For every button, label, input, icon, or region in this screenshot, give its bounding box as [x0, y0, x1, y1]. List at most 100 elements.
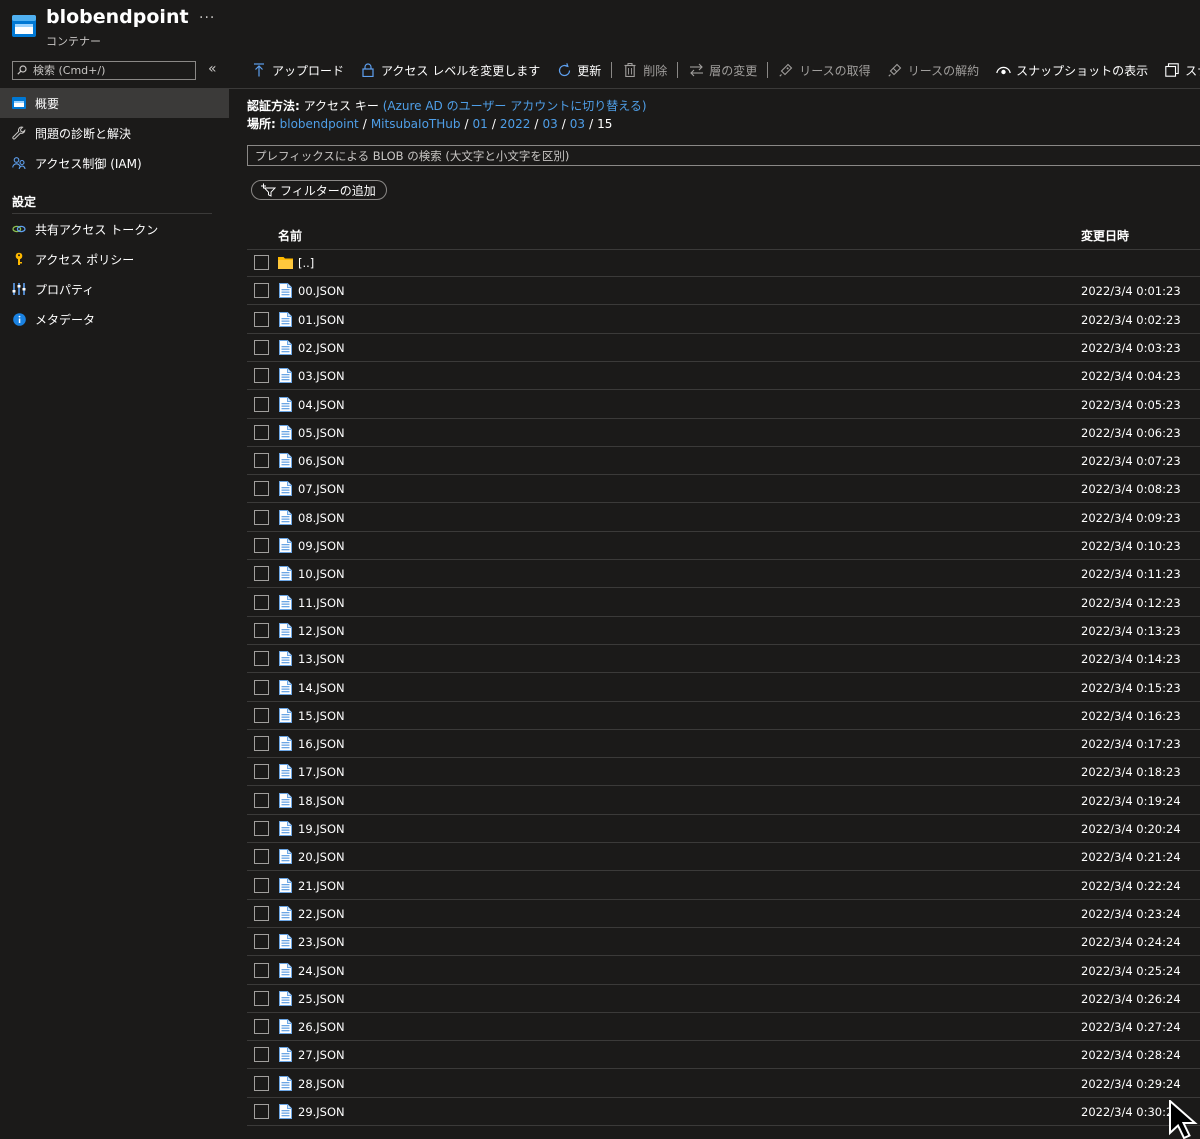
- table-row[interactable]: 05.JSON 2022/3/4 0:06:23: [247, 419, 1200, 447]
- table-row[interactable]: 20.JSON 2022/3/4 0:21:24: [247, 843, 1200, 871]
- row-checkbox[interactable]: [254, 1076, 269, 1091]
- sidebar-item-access-policy[interactable]: アクセス ポリシー: [0, 244, 229, 274]
- break-lease-button[interactable]: リースの解約: [879, 52, 987, 88]
- table-row[interactable]: 14.JSON 2022/3/4 0:15:23: [247, 674, 1200, 702]
- acquire-lease-button[interactable]: リースの取得: [770, 52, 878, 88]
- blob-name[interactable]: 02.JSON: [298, 341, 345, 355]
- blob-name[interactable]: 07.JSON: [298, 482, 345, 496]
- table-row[interactable]: 21.JSON 2022/3/4 0:22:24: [247, 872, 1200, 900]
- sidebar-item-sas[interactable]: 共有アクセス トークン: [0, 214, 229, 244]
- breadcrumb-item[interactable]: 03: [570, 117, 585, 131]
- table-row[interactable]: 09.JSON 2022/3/4 0:10:23: [247, 532, 1200, 560]
- table-row[interactable]: 00.JSON 2022/3/4 0:01:23: [247, 277, 1200, 305]
- blob-name[interactable]: 14.JSON: [298, 681, 345, 695]
- table-row[interactable]: 18.JSON 2022/3/4 0:19:24: [247, 787, 1200, 815]
- blob-name[interactable]: 25.JSON: [298, 992, 345, 1006]
- row-checkbox[interactable]: [254, 708, 269, 723]
- table-row[interactable]: 12.JSON 2022/3/4 0:13:23: [247, 617, 1200, 645]
- blob-name[interactable]: 28.JSON: [298, 1077, 345, 1091]
- blob-name[interactable]: 13.JSON: [298, 652, 345, 666]
- blob-name[interactable]: 12.JSON: [298, 624, 345, 638]
- row-checkbox[interactable]: [254, 849, 269, 864]
- sidebar-item-iam[interactable]: アクセス制御 (IAM): [0, 148, 229, 178]
- row-checkbox[interactable]: [254, 878, 269, 893]
- blob-name[interactable]: 09.JSON: [298, 539, 345, 553]
- sidebar-item-properties[interactable]: プロパティ: [0, 274, 229, 304]
- row-checkbox[interactable]: [254, 312, 269, 327]
- blob-name[interactable]: 19.JSON: [298, 822, 345, 836]
- row-checkbox[interactable]: [254, 425, 269, 440]
- table-row[interactable]: 16.JSON 2022/3/4 0:17:23: [247, 730, 1200, 758]
- blob-name[interactable]: 11.JSON: [298, 596, 345, 610]
- table-row[interactable]: 29.JSON 2022/3/4 0:30:24: [247, 1098, 1200, 1126]
- row-checkbox[interactable]: [254, 1019, 269, 1034]
- table-row[interactable]: 08.JSON 2022/3/4 0:09:23: [247, 504, 1200, 532]
- table-row[interactable]: 23.JSON 2022/3/4 0:24:24: [247, 928, 1200, 956]
- refresh-button[interactable]: 更新: [548, 52, 609, 88]
- table-row[interactable]: 24.JSON 2022/3/4 0:25:24: [247, 957, 1200, 985]
- breadcrumb-item[interactable]: blobendpoint: [280, 117, 359, 131]
- change-access-level-button[interactable]: アクセス レベルを変更します: [352, 52, 548, 88]
- row-checkbox[interactable]: [254, 623, 269, 638]
- blob-name[interactable]: 15.JSON: [298, 709, 345, 723]
- column-header-modified[interactable]: 変更日時: [1081, 227, 1129, 244]
- blob-name[interactable]: 24.JSON: [298, 964, 345, 978]
- table-row[interactable]: 19.JSON 2022/3/4 0:20:24: [247, 815, 1200, 843]
- table-row[interactable]: 07.JSON 2022/3/4 0:08:23: [247, 475, 1200, 503]
- blob-name[interactable]: 22.JSON: [298, 907, 345, 921]
- blob-name[interactable]: 16.JSON: [298, 737, 345, 751]
- blob-name[interactable]: 01.JSON: [298, 313, 345, 327]
- table-row[interactable]: 10.JSON 2022/3/4 0:11:23: [247, 560, 1200, 588]
- table-row[interactable]: 26.JSON 2022/3/4 0:27:24: [247, 1013, 1200, 1041]
- row-checkbox[interactable]: [254, 680, 269, 695]
- row-checkbox[interactable]: [254, 595, 269, 610]
- row-checkbox[interactable]: [254, 1047, 269, 1062]
- breadcrumb-item[interactable]: 2022: [500, 117, 531, 131]
- blob-name[interactable]: 20.JSON: [298, 850, 345, 864]
- sidebar-item-diagnose[interactable]: 問題の診断と解決: [0, 118, 229, 148]
- row-checkbox[interactable]: [254, 991, 269, 1006]
- table-row[interactable]: 03.JSON 2022/3/4 0:04:23: [247, 362, 1200, 390]
- blob-name[interactable]: 08.JSON: [298, 511, 345, 525]
- blob-name[interactable]: 04.JSON: [298, 398, 345, 412]
- parent-folder-name[interactable]: [..]: [298, 256, 314, 270]
- sidebar-item-overview[interactable]: 概要: [0, 88, 229, 118]
- table-row[interactable]: 06.JSON 2022/3/4 0:07:23: [247, 447, 1200, 475]
- blob-name[interactable]: 18.JSON: [298, 794, 345, 808]
- collapse-sidebar-button[interactable]: «: [208, 61, 217, 77]
- row-checkbox[interactable]: [254, 764, 269, 779]
- delete-button[interactable]: 削除: [614, 52, 675, 88]
- breadcrumb-item[interactable]: MitsubaIoTHub: [371, 117, 461, 131]
- blob-name[interactable]: 00.JSON: [298, 284, 345, 298]
- row-checkbox[interactable]: [254, 1104, 269, 1119]
- table-row[interactable]: 25.JSON 2022/3/4 0:26:24: [247, 985, 1200, 1013]
- table-row[interactable]: 04.JSON 2022/3/4 0:05:23: [247, 391, 1200, 419]
- table-row[interactable]: 02.JSON 2022/3/4 0:03:23: [247, 334, 1200, 362]
- sidebar-item-metadata[interactable]: メタデータ: [0, 304, 229, 334]
- upload-button[interactable]: アップロード: [229, 52, 352, 88]
- blob-name[interactable]: 23.JSON: [298, 935, 345, 949]
- row-checkbox[interactable]: [254, 255, 269, 270]
- blob-name[interactable]: 27.JSON: [298, 1048, 345, 1062]
- add-filter-button[interactable]: フィルターの追加: [251, 180, 387, 200]
- blob-name[interactable]: 17.JSON: [298, 765, 345, 779]
- switch-to-azure-ad-link[interactable]: (Azure AD のユーザー アカウントに切り替える): [383, 99, 647, 113]
- blob-name[interactable]: 29.JSON: [298, 1105, 345, 1119]
- table-row[interactable]: 17.JSON 2022/3/4 0:18:23: [247, 758, 1200, 786]
- table-row[interactable]: 27.JSON 2022/3/4 0:28:24: [247, 1041, 1200, 1069]
- table-row[interactable]: 15.JSON 2022/3/4 0:16:23: [247, 702, 1200, 730]
- row-checkbox[interactable]: [254, 368, 269, 383]
- table-row[interactable]: 11.JSON 2022/3/4 0:12:23: [247, 589, 1200, 617]
- change-tier-button[interactable]: 層の変更: [680, 52, 765, 88]
- row-checkbox[interactable]: [254, 340, 269, 355]
- row-checkbox[interactable]: [254, 906, 269, 921]
- row-checkbox[interactable]: [254, 481, 269, 496]
- row-checkbox[interactable]: [254, 963, 269, 978]
- row-checkbox[interactable]: [254, 793, 269, 808]
- table-row[interactable]: 13.JSON 2022/3/4 0:14:23: [247, 645, 1200, 673]
- column-header-name[interactable]: 名前: [278, 227, 302, 244]
- table-row[interactable]: 01.JSON 2022/3/4 0:02:23: [247, 306, 1200, 334]
- row-checkbox[interactable]: [254, 538, 269, 553]
- blob-name[interactable]: 03.JSON: [298, 369, 345, 383]
- row-checkbox[interactable]: [254, 453, 269, 468]
